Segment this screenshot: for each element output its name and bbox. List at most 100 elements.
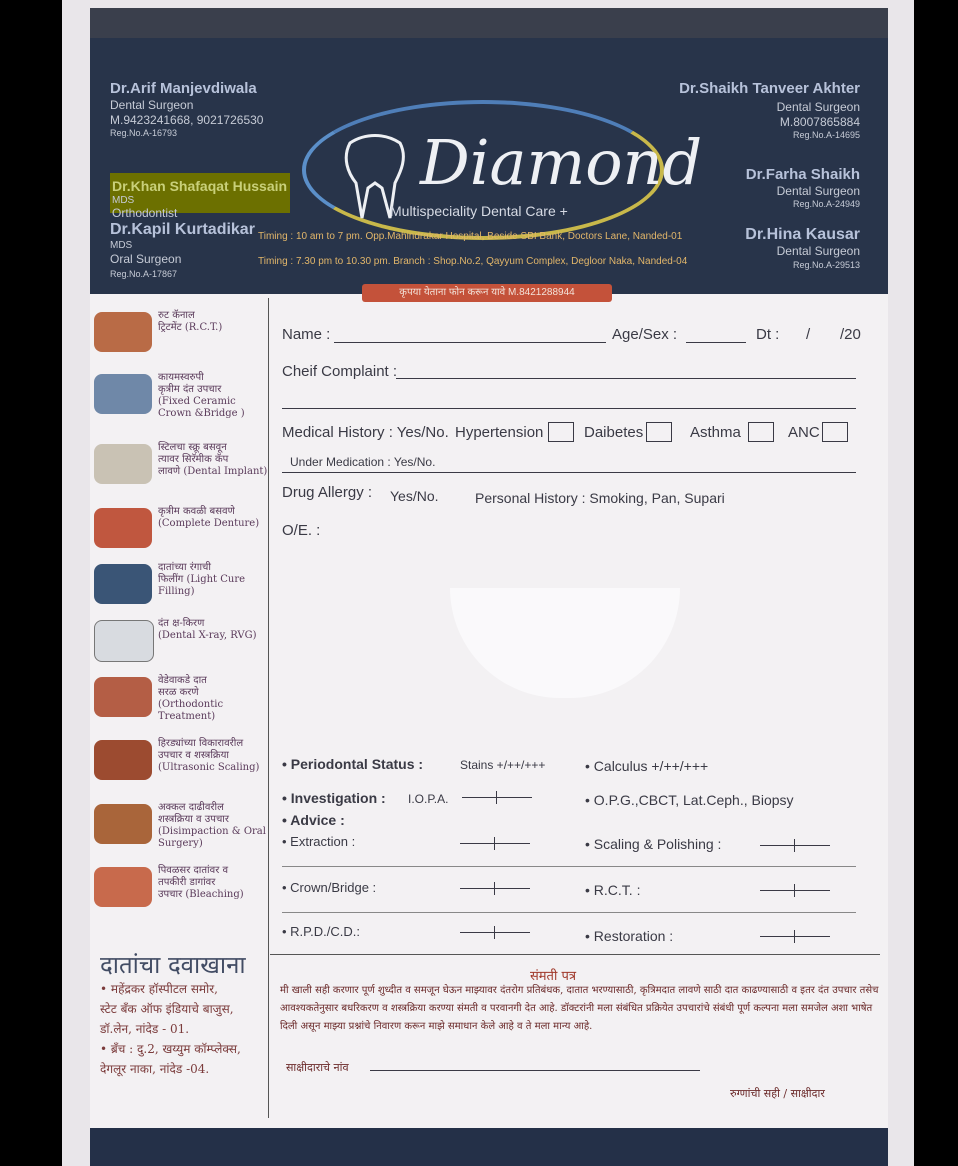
age-sex-field[interactable] — [686, 342, 746, 343]
service-label: दंत क्ष-किरण (Dental X-ray, RVG) — [158, 618, 257, 641]
service-label: स्टिलचा स्क्रू बसवून त्यावर सिरॅमीक कॅप … — [158, 442, 268, 477]
service-image-icon — [94, 677, 152, 717]
service-label: वेडेवाकडे दात सरळ करणे (Orthodontic Trea… — [158, 675, 224, 722]
medical-history-label: Medical History : Yes/No. — [282, 424, 449, 441]
under-medication-label: Under Medication : Yes/No. — [290, 455, 436, 469]
date-year: /20 — [840, 326, 861, 343]
service-image-icon — [94, 312, 152, 352]
doctor-5-reg: Reg.No.A-24949 — [792, 199, 860, 209]
service-item: कृत्रीम कवळी बसवणे (Complete Denture) — [94, 504, 270, 556]
paper: Dr.Arif Manjevdiwala Dental Surgeon M.94… — [62, 0, 914, 1166]
service-item: दंत क्ष-किरण (Dental X-ray, RVG) — [94, 616, 270, 668]
service-image-icon — [94, 508, 152, 548]
anc-checkbox[interactable] — [822, 422, 848, 442]
doctor-2-title: Orthodontist — [112, 206, 178, 220]
complaint-field[interactable] — [396, 378, 856, 379]
age-sex-label: Age/Sex : — [612, 326, 678, 343]
service-image-icon — [94, 444, 152, 484]
service-label: दातांच्या रंगाची फिलींग (Light Cure Fill… — [158, 562, 246, 597]
complaint-field-2[interactable] — [282, 408, 856, 409]
examination-label: O/E. : — [282, 522, 321, 539]
section-divider — [282, 866, 856, 867]
doctor-3-degree: MDS — [110, 240, 133, 251]
name-label: Name : — [282, 326, 331, 343]
rct-cross-icon — [760, 884, 830, 897]
timing-main: Timing : 10 am to 7 pm. Opp.Mahindrakar … — [258, 231, 683, 242]
patient-signature-label: रुग्णांची सही / साक्षीदार — [730, 1087, 825, 1100]
service-item: कायमस्वरुपी कृत्रीम दंत उपचार (Fixed Cer… — [94, 370, 270, 422]
diabetes-checkbox[interactable] — [646, 422, 672, 442]
service-label: हिरड्यांच्या विकारावरील उपचार व शस्त्रक्… — [158, 738, 260, 773]
doctor-2-degree: MDS — [112, 195, 135, 206]
clinic-address-line: देगलूर नाका, नांदेड -04. — [100, 1062, 210, 1076]
extraction-label: Extraction : — [282, 834, 355, 849]
timing-branch: Timing : 7.30 pm to 10.30 pm. Branch : S… — [258, 256, 688, 267]
consent-divider — [270, 954, 880, 955]
service-label: रुट कॅनाल ट्रिटमेंट (R.C.T.) — [158, 310, 223, 333]
clinic-address-line: • ब्रँच : दु.2, खय्युम कॉम्प्लेक्स, — [100, 1042, 241, 1056]
doctor-6-name: Dr.Hina Kausar — [745, 226, 860, 243]
doctor-1-phone: M.9423241668, 9021726530 — [110, 113, 264, 127]
extraction-cross-icon — [460, 837, 530, 850]
service-label: कायमस्वरुपी कृत्रीम दंत उपचार (Fixed Cer… — [158, 372, 245, 419]
doctor-2-name: Dr.Khan Shafaqat Hussain — [112, 178, 288, 194]
drug-allergy-label: Drug Allergy : — [282, 484, 373, 501]
anc-label: ANC — [788, 424, 820, 441]
service-item: रुट कॅनाल ट्रिटमेंट (R.C.T.) — [94, 308, 270, 360]
clinic-address-line: स्टेट बँक ऑफ इंडियाचे बाजुस, — [100, 1002, 234, 1016]
clinic-title: दातांचा दवाखाना — [100, 951, 246, 979]
service-item: स्टिलचा स्क्रू बसवून त्यावर सिरॅमीक कॅप … — [94, 440, 270, 492]
rpd-cd-label: R.P.D./C.D.: — [282, 924, 360, 939]
service-image-icon — [94, 374, 152, 414]
doctor-6-reg: Reg.No.A-29513 — [792, 260, 860, 270]
crown-bridge-label: Crown/Bridge : — [282, 880, 376, 895]
letterhead: Dr.Arif Manjevdiwala Dental Surgeon M.94… — [90, 8, 888, 294]
service-image-icon — [94, 867, 152, 907]
hypertension-checkbox[interactable] — [548, 422, 574, 442]
logo-subtitle: Multispeciality Dental Care + — [390, 203, 568, 219]
service-label: कृत्रीम कवळी बसवणे (Complete Denture) — [158, 506, 260, 529]
doctor-4-phone: M.8007865884 — [779, 115, 860, 129]
service-image-icon — [94, 740, 152, 780]
name-field[interactable] — [334, 342, 606, 343]
doctor-3-title: Oral Surgeon — [110, 252, 182, 266]
service-label: अक्कल दाढीवरील शस्त्रक्रिया व उपचार (Dis… — [158, 802, 266, 849]
logo-wordmark: Diamond — [420, 126, 703, 199]
doctor-1-name: Dr.Arif Manjevdiwala — [110, 80, 257, 97]
opg-label: O.P.G.,CBCT, Lat.Ceph., Biopsy — [585, 792, 794, 808]
prescription-sheet: Dr.Arif Manjevdiwala Dental Surgeon M.94… — [90, 8, 888, 1166]
rct-label: R.C.T. : — [585, 882, 641, 898]
doctor-3-reg: Reg.No.A-17867 — [110, 269, 178, 279]
service-label: पिवळसर दातांवर व तपकीरी डागांवर उपचार (B… — [158, 865, 244, 900]
service-item: पिवळसर दातांवर व तपकीरी डागांवर उपचार (B… — [94, 863, 270, 915]
rpd-cross-icon — [460, 926, 530, 939]
clinic-address-line: डॉ.लेन, नांदेड - 01. — [100, 1022, 190, 1036]
doctor-5-name: Dr.Farha Shaikh — [745, 166, 860, 183]
service-image-icon — [94, 804, 152, 844]
service-item: दातांच्या रंगाची फिलींग (Light Cure Fill… — [94, 560, 270, 612]
doctor-5-title: Dental Surgeon — [776, 184, 860, 198]
doctor-6-title: Dental Surgeon — [776, 244, 860, 258]
date-slash: / — [806, 326, 811, 343]
hypertension-label: Hypertension — [455, 424, 544, 441]
iopa-label: I.O.P.A. — [408, 792, 449, 806]
phone-banner: कृपया येताना फोन करून यावे M.8421288944 — [362, 284, 612, 302]
smile-watermark — [450, 588, 680, 698]
iopa-cross-icon — [462, 791, 532, 804]
scaling-cross-icon — [760, 839, 830, 852]
service-item: अक्कल दाढीवरील शस्त्रक्रिया व उपचार (Dis… — [94, 800, 270, 852]
date-label: Dt : — [756, 326, 780, 343]
asthma-checkbox[interactable] — [748, 422, 774, 442]
doctor-4-title: Dental Surgeon — [776, 100, 860, 114]
clinic-address-line: • महेंद्रकर हॉस्पीटल समोर, — [100, 982, 218, 996]
footer-band — [90, 1128, 888, 1166]
consent-text: मी खाली सही करणार पूर्ण शुध्दीत व समजून … — [280, 985, 879, 1032]
periodontal-value: Stains +/++/+++ — [460, 758, 546, 772]
advice-label: Advice : — [282, 812, 344, 828]
service-image-icon — [94, 620, 154, 662]
periodontal-label: Periodontal Status : — [282, 756, 423, 772]
restoration-cross-icon — [760, 930, 830, 943]
under-medication-field[interactable] — [282, 472, 856, 473]
doctor-4-name: Dr.Shaikh Tanveer Akhter — [679, 80, 860, 97]
witness-field[interactable] — [370, 1070, 700, 1071]
